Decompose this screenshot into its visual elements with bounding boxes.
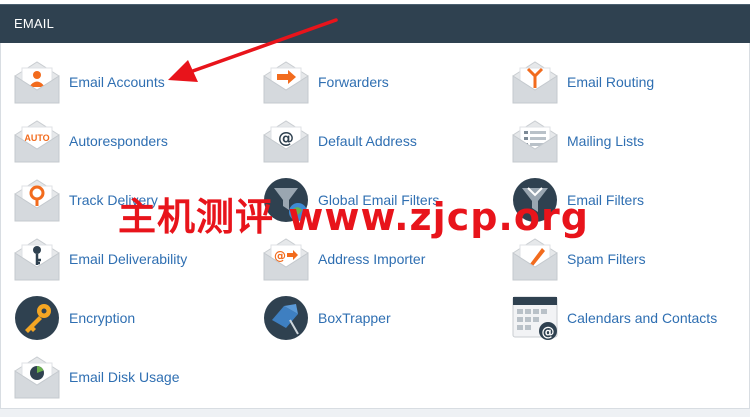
section-header: EMAIL <box>0 4 750 43</box>
address-importer-link[interactable]: @ Address Importer <box>262 235 425 283</box>
section-title: EMAIL <box>14 16 55 31</box>
spam-filters-label: Spam Filters <box>567 251 646 267</box>
boxtrapper-link[interactable]: BoxTrapper <box>262 294 391 342</box>
envelope-pin-icon <box>14 179 60 222</box>
envelope-list-icon <box>512 120 558 163</box>
boxtrapper-label: BoxTrapper <box>318 310 391 326</box>
email-deliverability-link[interactable]: Email Deliverability <box>13 235 187 283</box>
panel-bottom-strip <box>0 409 750 417</box>
annotation-arrow-icon <box>168 18 338 82</box>
envelope-at-icon: @ <box>263 120 309 163</box>
envelope-key-icon <box>14 238 60 281</box>
envelope-pie-icon <box>14 356 60 399</box>
watermark-text: 主机测评 www.zjcp.org <box>118 195 589 239</box>
spam-filters-link[interactable]: Spam Filters <box>511 235 646 283</box>
address-importer-label: Address Importer <box>318 251 426 267</box>
envelope-import-icon: @ <box>263 238 309 281</box>
mailing-lists-label: Mailing Lists <box>567 133 645 149</box>
envelope-auto-icon: AUTO <box>14 120 60 163</box>
svg-text:@: @ <box>542 325 555 340</box>
email-disk-usage-link[interactable]: Email Disk Usage <box>13 353 179 401</box>
email-deliverability-label: Email Deliverability <box>69 251 188 267</box>
encryption-label: Encryption <box>69 310 136 326</box>
key-icon <box>15 296 59 340</box>
calendars-and-contacts-link[interactable]: @ Calendars and Contacts <box>511 294 717 342</box>
envelope-person-icon <box>14 61 60 104</box>
autoresponders-label: Autoresponders <box>69 133 168 149</box>
calendars-and-contacts-label: Calendars and Contacts <box>567 310 718 326</box>
box-trap-icon <box>264 296 308 340</box>
encryption-link[interactable]: Encryption <box>13 294 135 342</box>
envelope-route-icon <box>512 61 558 104</box>
email-disk-usage-label: Email Disk Usage <box>69 369 180 385</box>
svg-text:@: @ <box>278 128 294 147</box>
envelope-pen-icon <box>512 238 558 281</box>
email-accounts-label: Email Accounts <box>69 74 165 90</box>
calendar-at-icon: @ <box>512 296 558 340</box>
autoresponders-link[interactable]: AUTO Autoresponders <box>13 117 168 165</box>
mailing-lists-link[interactable]: Mailing Lists <box>511 117 644 165</box>
default-address-label: Default Address <box>318 133 417 149</box>
default-address-link[interactable]: @ Default Address <box>262 117 417 165</box>
email-routing-link[interactable]: Email Routing <box>511 58 654 106</box>
email-routing-label: Email Routing <box>567 74 655 90</box>
svg-text:AUTO: AUTO <box>24 133 49 143</box>
email-accounts-link[interactable]: Email Accounts <box>13 58 165 106</box>
